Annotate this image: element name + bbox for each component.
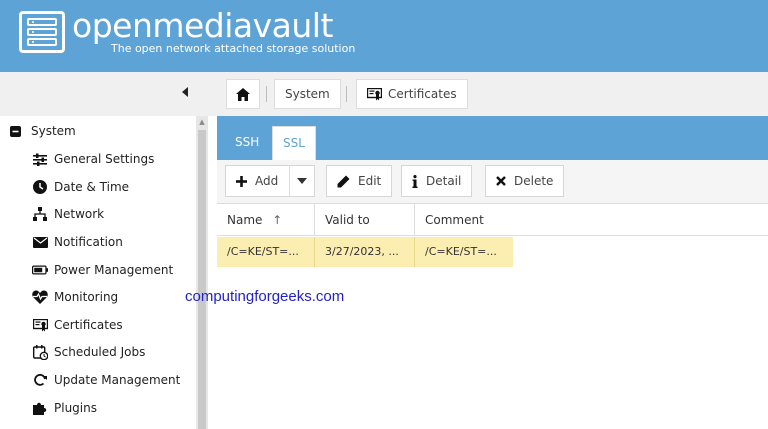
add-button-label: Add: [255, 174, 279, 188]
sidebar-item-label: Certificates: [54, 318, 123, 332]
sidebar-item-update-management[interactable]: Update Management: [32, 372, 180, 388]
breadcrumb-separator: [266, 86, 267, 102]
column-header-valid-to[interactable]: Valid to: [315, 204, 415, 236]
envelope-icon: [32, 234, 48, 250]
action-toolbar: Add Edit Detail Delete: [217, 160, 768, 204]
sidebar-item-scheduled-jobs[interactable]: Scheduled Jobs: [32, 344, 145, 360]
breadcrumb-certificates[interactable]: Certificates: [356, 79, 468, 109]
certificate-icon: [32, 317, 48, 333]
sidebar-item-label: Monitoring: [54, 290, 119, 304]
tab-ssh[interactable]: SSH: [225, 126, 269, 160]
column-header-label: Name: [227, 213, 263, 227]
sidebar-item-date-time[interactable]: Date & Time: [32, 179, 129, 195]
edit-button[interactable]: Edit: [326, 165, 393, 197]
sidebar-scrollbar-thumb[interactable]: [198, 130, 206, 429]
network-icon: [32, 206, 48, 222]
heartbeat-icon: [32, 289, 48, 305]
calendar-clock-icon: [32, 344, 48, 360]
breadcrumb-label: System: [285, 87, 330, 101]
sidebar-group-system[interactable]: System: [10, 124, 76, 138]
logo-icon[interactable]: [19, 11, 65, 53]
main-panel: SSH SSL Add Edit Detail Delete Name ↑ Va: [217, 116, 768, 429]
table-row[interactable]: /C=KE/ST=... 3/27/2023, ... /C=KE/ST=...: [217, 237, 513, 267]
column-header-name[interactable]: Name ↑: [217, 204, 315, 236]
delete-button[interactable]: Delete: [485, 165, 565, 197]
detail-button[interactable]: Detail: [401, 165, 473, 197]
battery-icon: [32, 262, 48, 278]
clock-icon: [32, 179, 48, 195]
tab-ssl[interactable]: SSL: [272, 126, 316, 160]
minus-square-icon: [10, 125, 21, 137]
puzzle-icon: [32, 400, 48, 416]
sidebar-group-label: System: [31, 124, 76, 138]
table-header: Name ↑ Valid to Comment: [217, 204, 768, 236]
tab-bar: SSH SSL: [217, 116, 768, 160]
caret-left-icon: [182, 87, 188, 97]
sidebar-item-label: Update Management: [54, 373, 181, 387]
sidebar-item-certificates[interactable]: Certificates: [32, 317, 123, 333]
column-header-label: Comment: [425, 213, 484, 227]
add-button[interactable]: Add: [225, 165, 291, 197]
scroll-up-icon[interactable]: ▲: [198, 118, 206, 126]
breadcrumb-bar: System Certificates: [0, 72, 768, 116]
app-header: openmediavault The open network attached…: [0, 0, 768, 72]
close-icon: [496, 176, 506, 186]
breadcrumb-separator: [346, 86, 347, 102]
breadcrumb-home[interactable]: [226, 79, 260, 109]
column-header-label: Valid to: [325, 213, 370, 227]
detail-button-label: Detail: [426, 174, 462, 188]
delete-button-label: Delete: [514, 174, 554, 188]
cell-comment: /C=KE/ST=...: [425, 245, 497, 258]
breadcrumb-label: Certificates: [388, 87, 457, 101]
sidebar-item-label: Notification: [54, 235, 123, 249]
cell-name: /C=KE/ST=...: [217, 237, 315, 267]
sidebar-item-power-management[interactable]: Power Management: [32, 262, 173, 278]
sidebar-item-network[interactable]: Network: [32, 206, 104, 222]
sidebar-item-plugins[interactable]: Plugins: [32, 400, 97, 416]
cell-valid-to: 3/27/2023, ...: [315, 237, 415, 267]
edit-button-label: Edit: [358, 174, 382, 188]
sidebar-item-label: General Settings: [54, 152, 155, 166]
app-title[interactable]: openmediavault: [72, 6, 333, 45]
caret-down-icon: [297, 178, 307, 184]
sliders-icon: [32, 151, 48, 167]
sort-ascending-icon: ↑: [272, 213, 283, 227]
sidebar-item-general-settings[interactable]: General Settings: [32, 151, 154, 167]
app-subtitle: The open network attached storage soluti…: [111, 42, 356, 55]
sidebar-item-notification[interactable]: Notification: [32, 234, 123, 250]
column-header-comment[interactable]: Comment: [415, 204, 513, 236]
collapse-sidebar-button[interactable]: [178, 84, 192, 102]
sidebar-item-label: Network: [54, 207, 105, 221]
sidebar-item-label: Plugins: [54, 401, 97, 415]
info-icon: [412, 174, 418, 188]
home-icon: [236, 87, 250, 101]
sidebar-item-label: Date & Time: [54, 180, 130, 194]
watermark-text: computingforgeeks.com: [185, 288, 345, 305]
pencil-icon: [337, 175, 350, 187]
breadcrumb-system[interactable]: System: [274, 79, 341, 109]
refresh-icon: [32, 372, 48, 388]
plus-icon: [236, 175, 247, 187]
add-dropdown-button[interactable]: [289, 165, 315, 197]
sidebar: System General Settings Date & Time Netw…: [0, 116, 208, 429]
sidebar-item-label: Power Management: [54, 263, 174, 277]
sidebar-item-label: Scheduled Jobs: [54, 345, 146, 359]
certificate-icon: [367, 87, 382, 100]
sidebar-item-monitoring[interactable]: Monitoring: [32, 289, 118, 305]
